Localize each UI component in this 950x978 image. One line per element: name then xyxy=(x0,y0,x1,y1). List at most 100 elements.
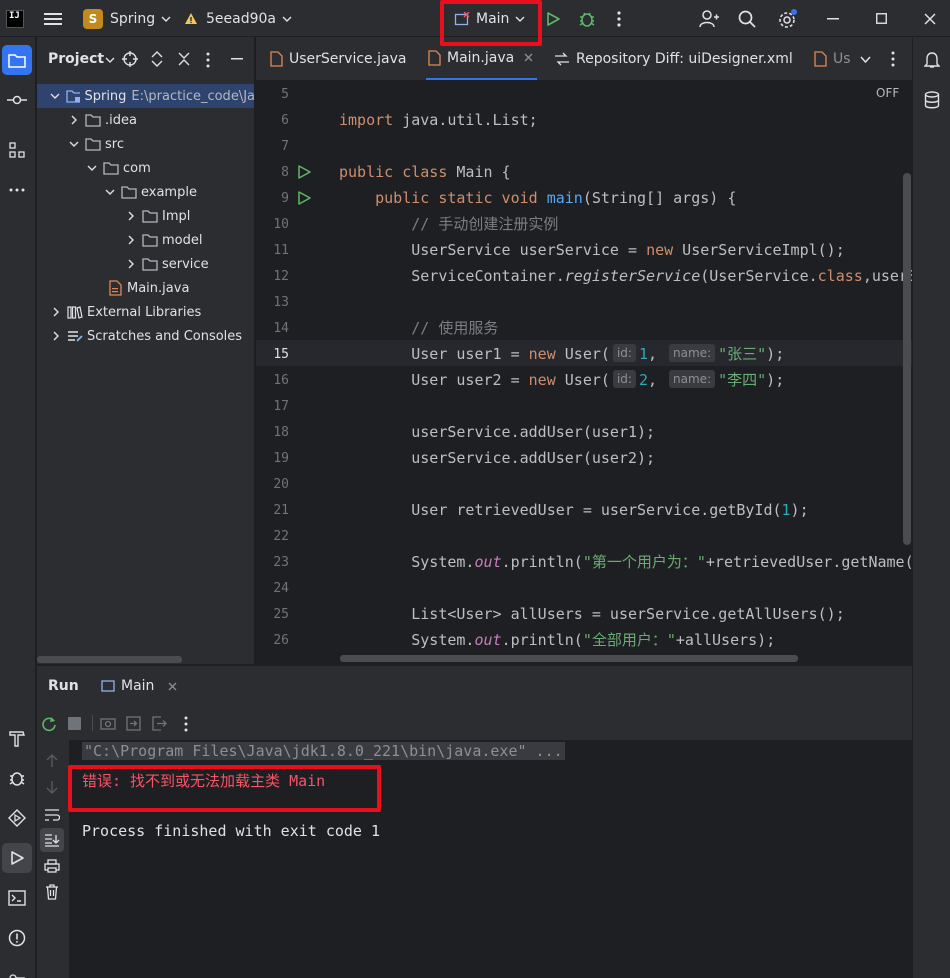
close-icon[interactable] xyxy=(524,53,533,62)
more-icon[interactable] xyxy=(184,716,188,732)
terminal-tool-button[interactable] xyxy=(2,883,32,913)
hamburger-menu-icon[interactable] xyxy=(44,0,62,37)
chevron-right-icon[interactable] xyxy=(124,252,138,276)
code-token: new xyxy=(646,241,674,259)
chevron-right-icon[interactable] xyxy=(49,324,63,348)
tree-item-impl[interactable]: Impl xyxy=(37,204,254,228)
debug-icon[interactable] xyxy=(578,0,596,37)
stop-icon[interactable] xyxy=(68,717,81,730)
locate-icon[interactable] xyxy=(122,51,138,67)
tree-item-idea[interactable]: .idea xyxy=(37,108,254,132)
database-button[interactable] xyxy=(917,85,947,115)
code-token: System. xyxy=(411,631,475,649)
chevron-down-icon[interactable] xyxy=(105,57,115,63)
tab-more-icon[interactable] xyxy=(891,37,895,80)
tab-userservice-truncated[interactable]: Us xyxy=(812,37,851,80)
scroll-to-end-icon xyxy=(45,834,60,847)
tree-item-main-java[interactable]: Main.java xyxy=(37,276,254,300)
problems-tool-button[interactable] xyxy=(2,923,32,953)
vertical-scrollbar[interactable] xyxy=(903,173,911,545)
project-panel-header: Project xyxy=(37,37,254,81)
tree-item-scratches[interactable]: Scratches and Consoles xyxy=(37,324,254,348)
code-editor[interactable]: 5 6 7 8 9 10 11 12 13 14 15 16 17 18 19 … xyxy=(256,81,912,664)
chevron-down-icon[interactable] xyxy=(49,84,62,108)
rerun-icon[interactable] xyxy=(41,716,57,732)
close-icon[interactable] xyxy=(924,0,936,37)
app-logo-icon[interactable]: IJ xyxy=(6,0,24,37)
chevron-down-icon[interactable] xyxy=(67,132,81,156)
print-icon[interactable] xyxy=(44,859,60,873)
more-tools-button[interactable] xyxy=(2,175,32,205)
horizontal-scrollbar[interactable] xyxy=(340,655,798,662)
run-tab-main[interactable]: Main xyxy=(101,666,177,706)
code-string: "张三" xyxy=(718,345,767,363)
exit-icon[interactable] xyxy=(152,716,167,731)
code-token: registerService xyxy=(564,267,701,285)
code-line-10: // 手动创建注册实例 xyxy=(339,211,558,237)
tree-item-spring[interactable]: Spring E:\practice_code\Ja xyxy=(37,84,254,108)
tree-item-model[interactable]: model xyxy=(37,228,254,252)
chevron-right-icon[interactable] xyxy=(124,204,138,228)
tree-item-service[interactable]: service xyxy=(37,252,254,276)
soft-wrap-icon[interactable] xyxy=(44,808,60,822)
chevron-right-icon[interactable] xyxy=(49,300,63,324)
scroll-to-end-button[interactable] xyxy=(40,828,64,852)
arrow-up-icon[interactable] xyxy=(46,754,58,768)
add-user-icon[interactable] xyxy=(699,0,719,37)
project-selector[interactable]: S Spring xyxy=(83,0,171,37)
more-icon[interactable] xyxy=(617,0,621,37)
search-icon[interactable] xyxy=(738,0,756,37)
code-token: ); xyxy=(766,345,785,363)
project-tool-button[interactable] xyxy=(2,45,32,75)
build-tool-button[interactable] xyxy=(2,723,32,753)
tree-item-label: Spring xyxy=(84,88,127,104)
database-icon xyxy=(924,91,940,109)
chevron-down-icon[interactable] xyxy=(85,156,99,180)
code-string: "第一个用户为：" xyxy=(582,553,706,571)
chevron-right-icon[interactable] xyxy=(124,228,138,252)
tree-item-com[interactable]: com xyxy=(37,156,254,180)
tab-repository-diff[interactable]: Repository Diff: uiDesigner.xml xyxy=(554,37,793,80)
run-icon[interactable] xyxy=(545,0,561,37)
minimize-panel-icon[interactable] xyxy=(231,58,243,60)
collapse-all-icon[interactable] xyxy=(177,52,191,66)
horizontal-scrollbar[interactable] xyxy=(37,656,182,663)
line-number: 16 xyxy=(273,373,289,388)
maximize-icon[interactable] xyxy=(876,0,887,37)
camera-icon[interactable] xyxy=(100,716,116,730)
run-gutter-icon[interactable] xyxy=(296,190,312,206)
structure-tool-button[interactable] xyxy=(2,135,32,165)
debug-tool-button[interactable] xyxy=(2,763,32,793)
run-gutter-icon[interactable] xyxy=(296,164,312,180)
library-icon xyxy=(67,306,83,319)
more-icon[interactable] xyxy=(206,52,210,68)
tree-item-external-libraries[interactable]: External Libraries xyxy=(37,300,254,324)
commit-tool-button[interactable] xyxy=(2,85,32,115)
param-hint: id: xyxy=(612,344,636,362)
minimize-icon[interactable] xyxy=(827,0,839,37)
settings-icon[interactable] xyxy=(777,0,799,37)
run-tool-button[interactable] xyxy=(2,843,32,873)
arrow-down-icon[interactable] xyxy=(46,780,58,794)
code-line-15: User user1 = new User(id: 1, name: "张三"); xyxy=(339,341,784,367)
reader-mode-toggle[interactable]: OFF xyxy=(876,86,899,100)
code-line-18: userService.addUser(user1); xyxy=(339,419,655,445)
services-tool-button[interactable] xyxy=(2,803,32,833)
tree-item-src[interactable]: src xyxy=(37,132,254,156)
vcs-branch-selector[interactable]: 5eead90a xyxy=(184,0,292,37)
tree-item-example[interactable]: example xyxy=(37,180,254,204)
chevron-down-icon[interactable] xyxy=(103,180,117,204)
tab-userservice-java[interactable]: UserService.java xyxy=(268,37,406,80)
close-icon[interactable] xyxy=(168,682,177,691)
java-file-icon xyxy=(814,51,827,67)
tab-list-dropdown[interactable] xyxy=(860,37,871,80)
expand-all-icon[interactable] xyxy=(150,51,164,67)
chevron-right-icon[interactable] xyxy=(67,108,81,132)
console-command-line[interactable]: "C:\Program Files\Java\jdk1.8.0_221\bin\… xyxy=(82,742,565,760)
attach-icon[interactable] xyxy=(126,716,141,731)
git-tool-button[interactable] xyxy=(2,963,32,978)
notifications-button[interactable] xyxy=(917,45,947,75)
project-panel-title[interactable]: Project xyxy=(48,51,104,67)
trash-icon[interactable] xyxy=(45,884,59,900)
code-token: out xyxy=(474,631,502,649)
